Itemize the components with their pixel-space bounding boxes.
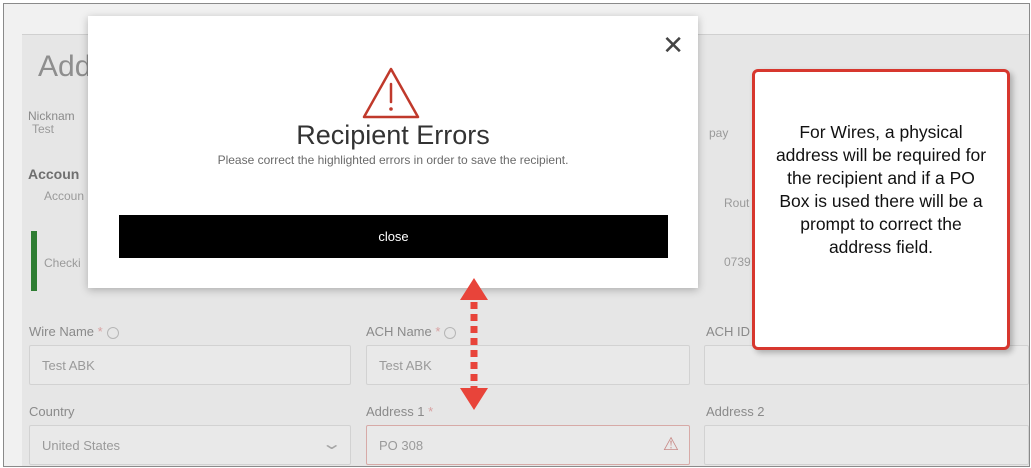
address1-input[interactable]: PO 308 ⚠ (366, 425, 690, 465)
modal-title: Recipient Errors (296, 120, 490, 150)
wire-name-label: Wire Name * (29, 324, 119, 339)
pay-label: pay (709, 126, 729, 140)
address2-label: Address 2 (706, 404, 765, 419)
ach-id-input[interactable] (704, 345, 1029, 385)
page-title: Add (38, 50, 92, 83)
account-sub-label: Accoun (44, 189, 85, 203)
close-button[interactable]: close (119, 215, 668, 258)
country-select[interactable]: United States ⌄ (29, 425, 351, 465)
country-label: Country (29, 404, 75, 419)
account-section-heading: Accoun (28, 166, 80, 182)
account-type-indicator (31, 231, 37, 291)
help-icon (106, 326, 119, 339)
routing-value: 0739 (724, 255, 751, 269)
nickname-value: Test (32, 122, 55, 136)
wire-name-input[interactable]: Test ABK (29, 345, 351, 385)
warning-icon: ⚠ (662, 434, 679, 454)
callout-text: For Wires, a physical address will be re… (775, 122, 987, 257)
double-arrow-annotation (460, 278, 488, 410)
close-icon[interactable]: ✕ (662, 32, 684, 58)
recipient-errors-modal: ✕ Recipient Errors Please correct the hi… (88, 16, 698, 288)
ach-id-label: ACH ID (706, 324, 751, 339)
chevron-down-icon: ⌄ (320, 436, 343, 453)
modal-subtitle: Please correct the highlighted errors in… (217, 153, 569, 167)
warning-triangle-icon (362, 67, 420, 119)
routing-label: Rout (724, 196, 750, 210)
ach-name-label: ACH Name * (366, 324, 457, 339)
account-type-value: Checki (44, 256, 81, 270)
nickname-label: Nicknam (28, 109, 75, 123)
address2-input[interactable] (704, 425, 1029, 465)
ach-name-input[interactable]: Test ABK (366, 345, 690, 385)
annotation-callout: For Wires, a physical address will be re… (752, 69, 1010, 350)
address1-label: Address 1 * (366, 404, 434, 419)
